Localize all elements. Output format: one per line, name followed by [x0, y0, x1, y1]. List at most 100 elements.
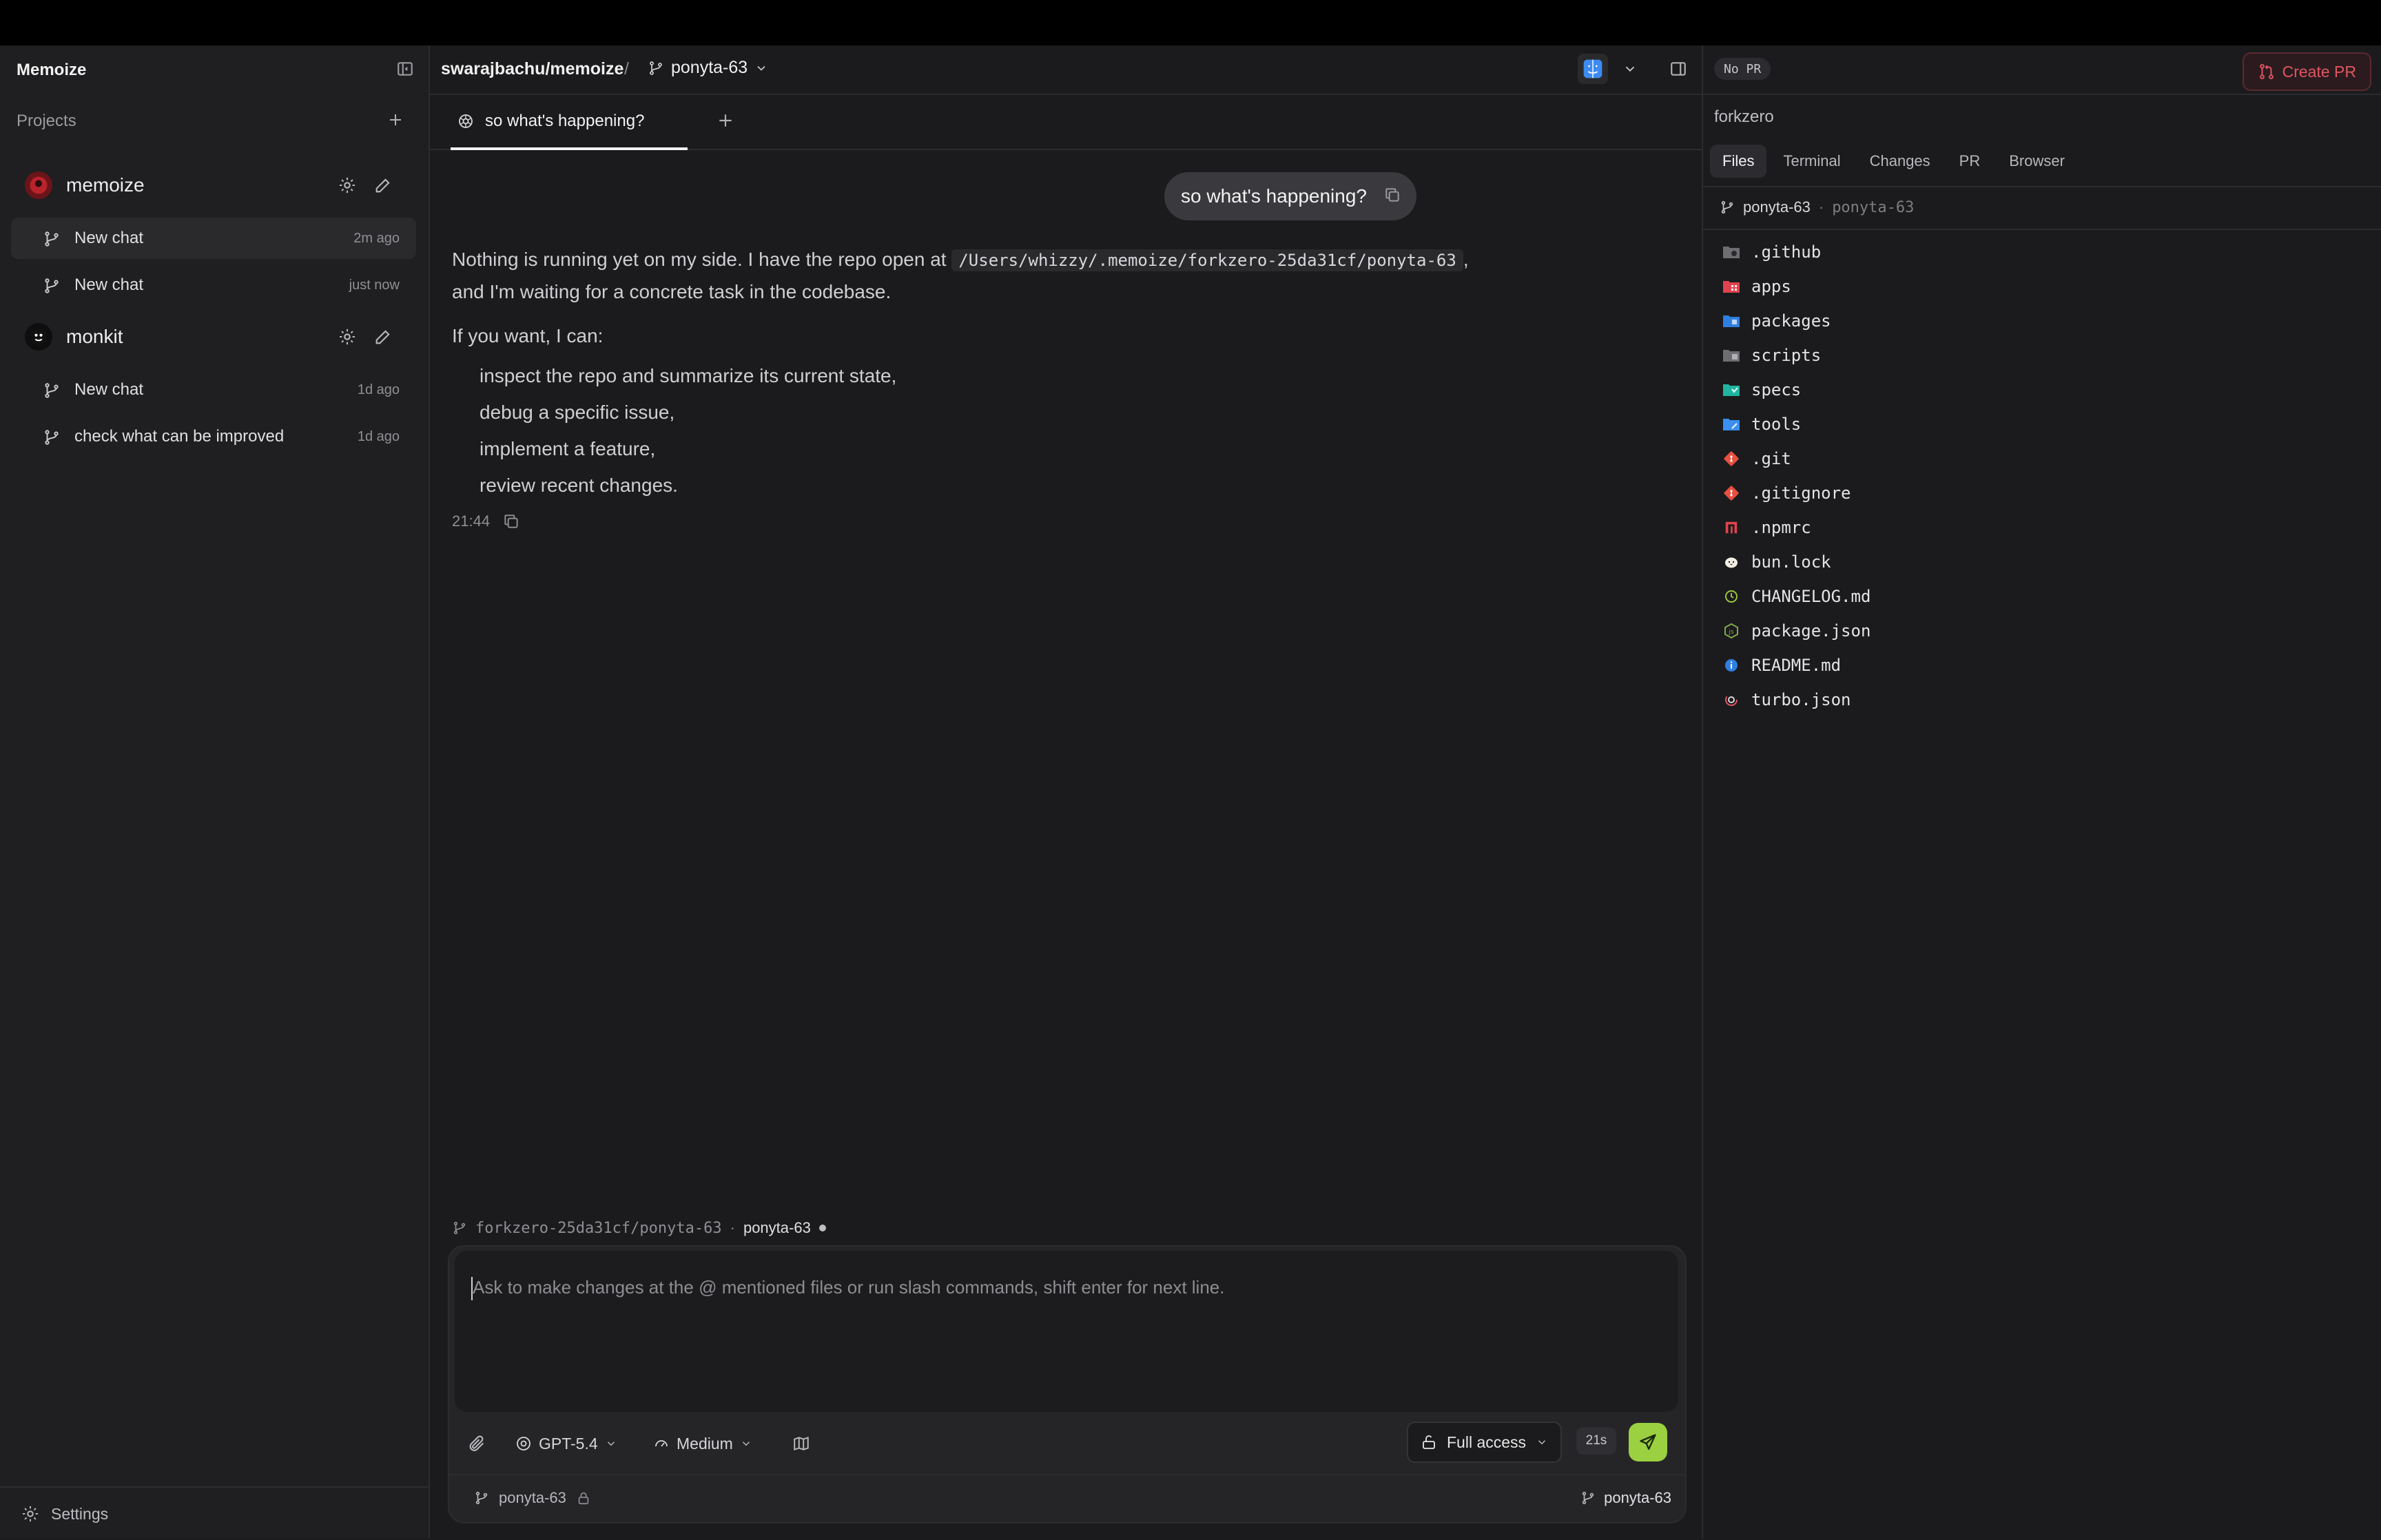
attach-button[interactable] — [467, 1427, 486, 1460]
create-pr-button[interactable]: Create PR — [2242, 52, 2371, 91]
divider — [1703, 229, 2381, 230]
tab-files[interactable]: Files — [1710, 145, 1767, 178]
assistant-message: Nothing is running yet on my side. I hav… — [452, 244, 1692, 503]
effort-selector[interactable]: Medium — [653, 1427, 752, 1460]
chat-item[interactable]: check what can be improved 1d ago — [11, 416, 416, 457]
git-icon — [1722, 484, 1740, 502]
tab-changes[interactable]: Changes — [1857, 145, 1943, 178]
file-name: turbo.json — [1751, 690, 1851, 709]
new-tab-button[interactable] — [717, 112, 734, 129]
app-title: Memoize — [17, 61, 87, 79]
chat-item[interactable]: New chat 2m ago — [11, 218, 416, 259]
worktree-branch: ponyta-63 — [743, 1219, 811, 1236]
project-row-memoize[interactable]: memoize — [0, 163, 429, 208]
projects-label: Projects — [17, 112, 76, 130]
chat-label: check what can be improved — [74, 427, 285, 446]
assistant-text: , — [1463, 249, 1469, 270]
user-message-text: so what's happening? — [1181, 185, 1367, 207]
assistant-list: inspect the repo and summarize its curre… — [452, 357, 1692, 503]
folder-specs-icon — [1722, 381, 1740, 399]
tab-terminal[interactable]: Terminal — [1771, 145, 1853, 178]
gear-icon — [339, 177, 355, 194]
git-icon — [1722, 450, 1740, 468]
file-tree-item[interactable]: README.md — [1722, 649, 1841, 682]
chevron-down-icon — [607, 1442, 615, 1446]
path-separator: · — [730, 1219, 735, 1236]
file-tree-item[interactable]: bun.lock — [1722, 545, 1831, 579]
file-tree-item[interactable]: turbo.json — [1722, 683, 1851, 716]
chat-label: New chat — [74, 380, 144, 399]
gear-icon — [22, 1506, 39, 1522]
file-tree-item[interactable]: .gitignore — [1722, 477, 1851, 510]
window-top-bar — [0, 0, 2381, 45]
branch-icon — [1721, 200, 1733, 214]
file-tree-item[interactable]: specs — [1722, 373, 1801, 406]
file-tree-item[interactable]: js package.json — [1722, 614, 1870, 647]
finder-icon — [1583, 59, 1602, 79]
file-tree-item[interactable]: scripts — [1722, 339, 1821, 372]
tab-chat[interactable]: so what's happening? — [451, 95, 688, 150]
file-tree-item[interactable]: packages — [1722, 304, 1831, 337]
file-tree-item[interactable]: CHANGELOG.md — [1722, 580, 1870, 613]
assistant-paragraph: If you want, I can: — [452, 325, 604, 346]
project-avatar-monkit — [25, 323, 52, 351]
branch-icon — [650, 61, 662, 75]
pull-request-icon — [2259, 64, 2274, 79]
model-selector[interactable]: GPT-5.4 — [515, 1427, 617, 1460]
add-project-button[interactable] — [382, 106, 409, 134]
branch-selector[interactable]: ponyta-63 — [648, 58, 768, 78]
open-in-finder-button[interactable] — [1578, 54, 1608, 84]
panel-tabs: Files Terminal Changes PR Browser — [1710, 145, 2077, 178]
branch-icon — [1582, 1491, 1594, 1505]
file-tree-item[interactable]: .npmrc — [1722, 511, 1811, 544]
file-tree-item[interactable]: apps — [1722, 270, 1791, 303]
branch-name: ponyta-63 — [671, 58, 748, 77]
project-name: memoize — [66, 174, 145, 196]
breadcrumb-separator: / — [624, 59, 629, 79]
file-tree-item[interactable]: .git — [1722, 442, 1791, 475]
open-menu-button[interactable] — [1615, 54, 1645, 84]
plus-icon — [390, 114, 401, 125]
edit-icon — [375, 178, 390, 193]
collapse-sidebar-button[interactable] — [391, 55, 419, 83]
assistant-text: Nothing is running yet on my side. I hav… — [452, 249, 947, 270]
effort-level: Medium — [677, 1434, 733, 1453]
sidebar-toggle-icon — [398, 62, 413, 76]
tab-pr[interactable]: PR — [1947, 145, 1993, 178]
chat-item[interactable]: New chat 1d ago — [11, 369, 416, 410]
settings-button[interactable]: Settings — [0, 1486, 429, 1540]
gear-icon — [339, 329, 355, 345]
file-tree-item[interactable]: tools — [1722, 408, 1801, 441]
composer-context: forkzero-25da31cf/ponyta-63 · ponyta-63 — [452, 1219, 826, 1237]
tab-browser[interactable]: Browser — [1997, 145, 2077, 178]
project-row-monkit[interactable]: monkit — [0, 314, 429, 360]
branch-icon — [475, 1491, 488, 1505]
repo-breadcrumb[interactable]: swarajbachu/memoize — [441, 59, 623, 79]
new-chat-button[interactable] — [373, 176, 393, 195]
project-settings-button[interactable] — [338, 327, 357, 346]
unlock-icon — [1423, 1435, 1435, 1449]
access-level-selector[interactable]: Full access — [1407, 1422, 1563, 1463]
info-icon — [1722, 656, 1740, 674]
assistant-paragraph: Nothing is running yet on my side. I hav… — [452, 244, 1692, 276]
edit-icon — [375, 330, 390, 344]
chat-item[interactable]: New chat just now — [11, 264, 416, 306]
send-button[interactable] — [1629, 1423, 1667, 1461]
new-chat-button[interactable] — [373, 327, 393, 346]
branch-icon — [45, 383, 59, 398]
plus-icon — [719, 114, 732, 127]
file-name: README.md — [1751, 656, 1842, 675]
footer-branch-left[interactable]: ponyta-63 — [474, 1489, 591, 1507]
plan-mode-button[interactable] — [792, 1427, 810, 1460]
openai-icon — [459, 114, 473, 128]
panel-right-icon — [1671, 62, 1686, 76]
status-dot — [818, 1225, 826, 1231]
footer-branch-right[interactable]: ponyta-63 — [1580, 1489, 1671, 1507]
divider — [1703, 94, 2381, 95]
file-tree-item[interactable]: .github — [1722, 236, 1821, 269]
toggle-right-panel-button[interactable] — [1663, 54, 1693, 84]
copy-icon[interactable] — [502, 512, 520, 530]
copy-icon[interactable] — [1383, 186, 1401, 204]
project-settings-button[interactable] — [338, 176, 357, 195]
message-input[interactable]: Ask to make changes at the @ mentioned f… — [455, 1251, 1678, 1412]
